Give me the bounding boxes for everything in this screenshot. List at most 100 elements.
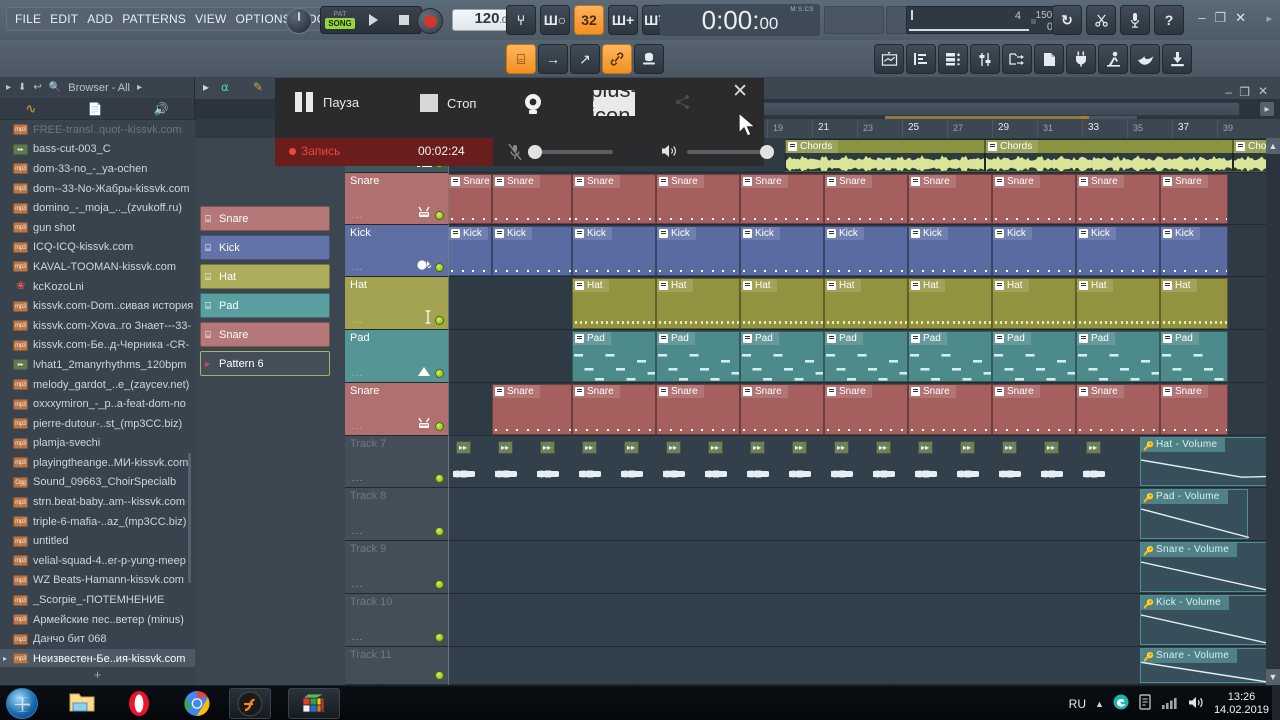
playlist-clip[interactable]: Kick bbox=[908, 226, 992, 276]
playlist-clip[interactable]: Chords bbox=[785, 139, 985, 172]
show-hidden-icons-button[interactable]: ▲ bbox=[1095, 699, 1104, 709]
track-enable-led[interactable] bbox=[435, 211, 444, 220]
playlist-clip[interactable]: Snare bbox=[492, 384, 572, 435]
fl-studio-taskbar-item[interactable] bbox=[229, 688, 271, 719]
playlist-clip[interactable]: Snare bbox=[824, 384, 908, 435]
browser-list-item[interactable]: mp3 dom--33-No-Жабры-kissvk.com bbox=[0, 179, 195, 199]
browser-list-item[interactable]: mp3 Данчо бит 068 bbox=[0, 629, 195, 649]
step-edit-toggle[interactable]: Ш+ bbox=[608, 5, 638, 35]
playlist-minimize-button[interactable]: – bbox=[1225, 85, 1232, 99]
playlist-clip[interactable]: Kick bbox=[572, 226, 656, 276]
browser-scroll-thumb[interactable] bbox=[188, 453, 191, 583]
recorder-pause-button[interactable]: Пауза bbox=[295, 92, 359, 112]
browser-list-item[interactable]: mp3 gun shot bbox=[0, 218, 195, 238]
microphone-volume-slider[interactable] bbox=[528, 145, 613, 159]
share-icon[interactable] bbox=[675, 94, 691, 113]
track-header[interactable]: Hat... bbox=[345, 277, 448, 330]
minimize-button[interactable]: – bbox=[1198, 10, 1205, 26]
track-header[interactable]: Snare... bbox=[345, 383, 448, 436]
taskbar-clock[interactable]: 13:26 14.02.2019 bbox=[1214, 691, 1272, 717]
playlist-clip[interactable]: Snare bbox=[656, 384, 740, 435]
playlist-clip[interactable]: Pad bbox=[572, 331, 656, 382]
playlist-clip[interactable]: Pad bbox=[992, 331, 1076, 382]
playlist-clip[interactable]: Pad bbox=[824, 331, 908, 382]
browser-list-item[interactable]: mp3 WZ Beats-Hamann-kissvk.com bbox=[0, 571, 195, 591]
playlist-clip[interactable]: Pad bbox=[1160, 331, 1228, 382]
track-header[interactable]: Track 8... bbox=[345, 488, 448, 541]
browser-list-item[interactable]: mp3 triple-6-mafia-..az_(mp3CC.biz) bbox=[0, 512, 195, 532]
windows-start-icon[interactable] bbox=[6, 688, 38, 719]
wait-for-input-toggle[interactable]: Ш○ bbox=[540, 5, 570, 35]
browser-list-item[interactable]: mp3 kissvk.com-Бе..д-Черника -CR- bbox=[0, 336, 195, 356]
track-enable-led[interactable] bbox=[435, 527, 444, 536]
sample-clip[interactable]: ▸▸ bbox=[876, 441, 891, 454]
track-header[interactable]: Snare... bbox=[345, 173, 448, 225]
automation-clip[interactable]: Snare - Volume bbox=[1140, 648, 1269, 683]
save-download-button[interactable] bbox=[1162, 44, 1192, 74]
channel-button[interactable]: ⌸ Pad bbox=[200, 293, 330, 318]
speaker-slider-knob[interactable] bbox=[760, 145, 774, 159]
record-button[interactable] bbox=[417, 8, 443, 34]
automation-clip[interactable]: Pad - Volume bbox=[1140, 489, 1249, 539]
playlist-scroll-down-button[interactable]: ▼ bbox=[1266, 669, 1280, 685]
browser-list-item[interactable]: mp3 KAVAL-TOOMAN-kissvk.com bbox=[0, 257, 195, 277]
song-pattern-toggle[interactable]: PAT SONG bbox=[324, 8, 356, 32]
menu-file[interactable]: FILE bbox=[15, 12, 41, 26]
magnet-snap-icon[interactable]: ⍺ bbox=[221, 80, 229, 94]
track-header[interactable]: Track 11 bbox=[345, 647, 448, 685]
playlist-scroll-up-button[interactable]: ▲ bbox=[1266, 138, 1280, 154]
opera-browser-icon[interactable] bbox=[125, 690, 153, 717]
playlist-clip[interactable]: Hat bbox=[656, 278, 740, 329]
sample-clip[interactable]: ▸▸ bbox=[540, 441, 555, 454]
pencil-tool-icon[interactable]: ✎ bbox=[253, 80, 263, 94]
volume-icon[interactable] bbox=[1188, 695, 1205, 713]
browser-add-button[interactable]: + bbox=[0, 667, 195, 685]
browser-file-list[interactable]: mp3 FREE-transl..quot--kissvk.com ▸▸ bass-c… bbox=[0, 120, 195, 685]
channel-button[interactable]: ⌸ Snare bbox=[200, 322, 330, 347]
channel-button[interactable]: ⌸ Hat bbox=[200, 264, 330, 289]
playlist-clip[interactable]: Pad bbox=[1076, 331, 1160, 382]
playlist-clip[interactable]: Pad bbox=[656, 331, 740, 382]
playlist-clip[interactable]: Kick bbox=[448, 226, 492, 276]
playlist-clip[interactable]: Hat bbox=[1160, 278, 1228, 329]
playlist-clip[interactable]: Hat bbox=[1076, 278, 1160, 329]
help-button[interactable]: ? bbox=[1154, 5, 1184, 35]
rubik-cube-taskbar-item[interactable] bbox=[288, 688, 340, 719]
playlist-maximize-button[interactable]: ❐ bbox=[1239, 85, 1250, 99]
menu-patterns[interactable]: PATTERNS bbox=[122, 12, 186, 26]
playlist-clip[interactable]: Snare bbox=[492, 174, 572, 224]
track-enable-led[interactable] bbox=[435, 474, 444, 483]
microphone-button[interactable] bbox=[1120, 5, 1150, 35]
menu-add[interactable]: ADD bbox=[87, 12, 113, 26]
mixer-button[interactable] bbox=[970, 44, 1000, 74]
browser-list-item[interactable]: mp3 domino_-_moja_.._(zvukoff.ru) bbox=[0, 198, 195, 218]
channel-button[interactable]: ⌸ Kick bbox=[200, 235, 330, 260]
sample-clip[interactable]: ▸▸ bbox=[834, 441, 849, 454]
browser-chevron-right-icon[interactable]: ▸ bbox=[137, 82, 142, 93]
online-packs-button[interactable] bbox=[1130, 44, 1160, 74]
browser-list-item[interactable]: mp3 Неизвестен-Бе..ия-kissvk.com bbox=[0, 649, 195, 669]
track-enable-led[interactable] bbox=[435, 316, 444, 325]
playlist-close-button[interactable]: ✕ bbox=[1258, 84, 1268, 98]
playlist-clip[interactable]: Snare bbox=[824, 174, 908, 224]
sample-clip[interactable]: ▸▸ bbox=[1086, 441, 1101, 454]
maximize-button[interactable]: ❐ bbox=[1214, 10, 1226, 26]
channel-button[interactable]: ⌸ Snare bbox=[200, 206, 330, 231]
show-desktop-button[interactable] bbox=[1272, 686, 1280, 720]
network-icon[interactable] bbox=[1161, 696, 1179, 712]
playlist-clip[interactable]: Snare bbox=[992, 384, 1076, 435]
playlist-vertical-scrollbar[interactable]: ▲ ▼ bbox=[1266, 138, 1280, 685]
browser-list-item[interactable]: mp3 plamja-svechi bbox=[0, 434, 195, 454]
browser-list-item[interactable]: Ogg Sound_09663_ChoirSpecialb bbox=[0, 473, 195, 493]
master-volume-knob[interactable] bbox=[286, 8, 312, 34]
sample-clip[interactable]: ▸▸ bbox=[666, 441, 681, 454]
browser-search-icon[interactable]: 🔍 bbox=[49, 82, 61, 93]
playlist-clip[interactable]: Hat bbox=[992, 278, 1076, 329]
playlist-clip[interactable]: Snare bbox=[656, 174, 740, 224]
webcam-icon[interactable] bbox=[520, 92, 546, 122]
track-header[interactable]: Track 10... bbox=[345, 594, 448, 647]
browser-list-item[interactable]: mp3 FREE-transl..quot--kissvk.com bbox=[0, 120, 195, 140]
playlist-clip[interactable]: Snare bbox=[740, 384, 824, 435]
pattern-button[interactable]: ▸ Pattern 6 bbox=[200, 351, 330, 376]
browser-list-item[interactable]: mp3 velial-squad-4..er-p-yung-meep bbox=[0, 551, 195, 571]
